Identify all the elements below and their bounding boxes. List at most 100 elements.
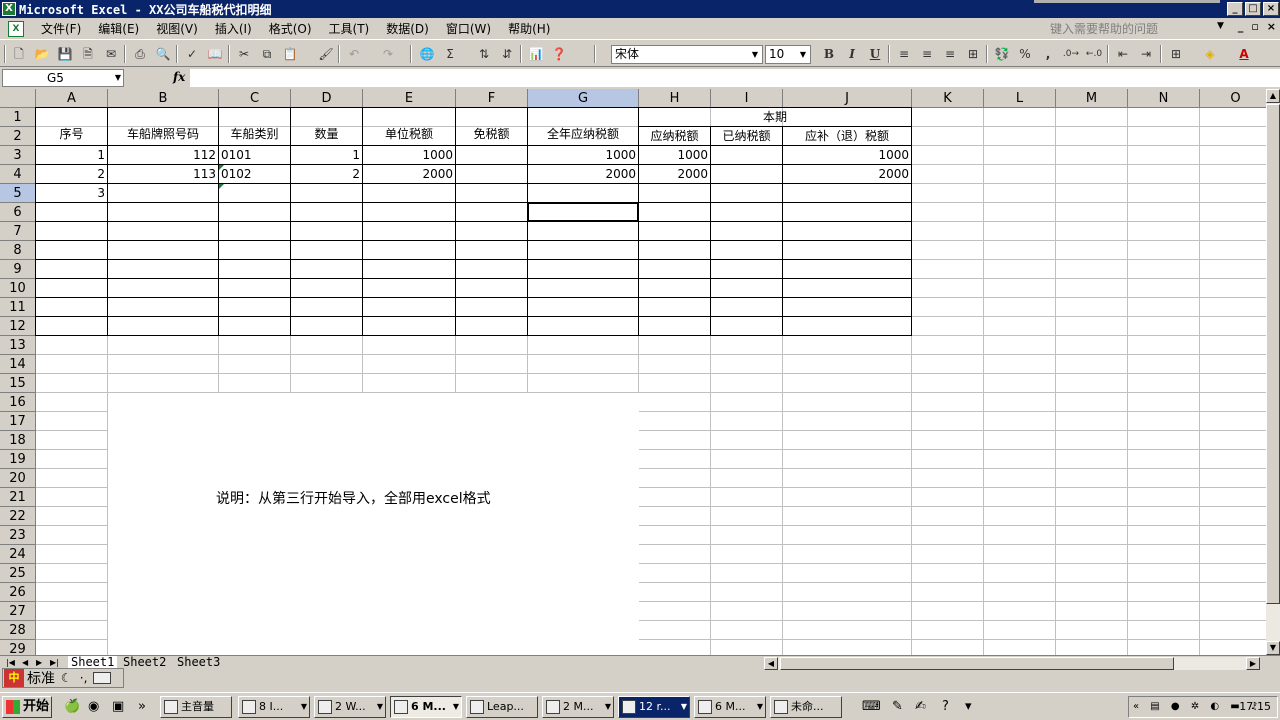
row-header-13[interactable]: 13 bbox=[0, 336, 36, 355]
help-tray-icon[interactable]: ? bbox=[942, 699, 949, 714]
ime-mode-label[interactable]: 标准 bbox=[27, 668, 55, 688]
header-period[interactable]: 本期 bbox=[639, 108, 911, 126]
row-header-4[interactable]: 4 bbox=[0, 165, 36, 184]
header-payable[interactable]: 应纳税额 bbox=[639, 127, 710, 145]
font-name-dropdown-icon[interactable]: ▼ bbox=[749, 47, 761, 62]
sort-descending-icon[interactable]: ⇵ bbox=[498, 45, 516, 63]
language-bar-icon[interactable]: ⌨ bbox=[862, 699, 881, 714]
formula-input[interactable] bbox=[190, 69, 1280, 87]
print-icon[interactable]: ⎙ bbox=[131, 45, 149, 63]
restore-button[interactable]: □ bbox=[1245, 2, 1261, 16]
excel-app-icon[interactable]: X bbox=[2, 2, 16, 16]
sheet-tab-sheet2[interactable]: Sheet2 bbox=[120, 656, 169, 670]
row-header-15[interactable]: 15 bbox=[0, 374, 36, 393]
print-preview-icon[interactable]: 🔍 bbox=[154, 45, 172, 63]
increase-decimal-icon[interactable]: .0→ bbox=[1062, 45, 1080, 63]
task-explorer[interactable]: 2 W... ▼ bbox=[314, 696, 386, 718]
scroll-up-icon[interactable]: ▲ bbox=[1266, 89, 1280, 103]
font-color-icon[interactable]: A bbox=[1235, 45, 1253, 63]
ime-logo-icon[interactable]: 中 bbox=[4, 669, 24, 687]
doc-restore-button[interactable]: ▫ bbox=[1251, 20, 1258, 33]
document-icon[interactable]: X bbox=[8, 20, 24, 37]
row-header-29[interactable]: 29 bbox=[0, 640, 36, 655]
decrease-indent-icon[interactable]: ⇤ bbox=[1114, 45, 1132, 63]
clock[interactable]: 17:15 bbox=[1239, 697, 1271, 717]
menu-edit[interactable]: 编辑(E) bbox=[98, 20, 139, 37]
column-header-b[interactable]: B bbox=[108, 89, 219, 108]
cell-a4[interactable]: 2 bbox=[36, 165, 107, 184]
column-header-d[interactable]: D bbox=[291, 89, 363, 108]
row-header-21[interactable]: 21 bbox=[0, 488, 36, 507]
menu-help[interactable]: 帮助(H) bbox=[508, 20, 550, 37]
row-header-10[interactable]: 10 bbox=[0, 279, 36, 298]
task-volume[interactable]: 主音量 bbox=[160, 696, 232, 718]
cell-f4[interactable] bbox=[456, 165, 527, 184]
menu-tools[interactable]: 工具(T) bbox=[329, 20, 370, 37]
cell-h4[interactable]: 2000 bbox=[639, 165, 710, 184]
spelling-icon[interactable]: ✓ bbox=[183, 45, 201, 63]
fill-color-icon[interactable]: ◈ bbox=[1201, 45, 1219, 63]
cell-j4[interactable]: 2000 bbox=[783, 165, 911, 184]
header-unit-tax[interactable]: 单位税额 bbox=[363, 125, 455, 142]
paste-icon[interactable]: 📋 bbox=[281, 45, 299, 63]
cell-a5[interactable]: 3 bbox=[36, 184, 107, 203]
underline-button[interactable]: U bbox=[866, 45, 884, 63]
merge-center-icon[interactable]: ⊞ bbox=[964, 45, 982, 63]
menu-view[interactable]: 视图(V) bbox=[156, 20, 198, 37]
task-group-r[interactable]: 12 r... ▼ bbox=[618, 696, 690, 718]
insert-function-icon[interactable]: fx bbox=[173, 70, 185, 84]
horizontal-scrollbar[interactable]: ◀ ▶ bbox=[764, 657, 1260, 670]
decrease-decimal-icon[interactable]: ←.0 bbox=[1085, 45, 1103, 63]
header-qty[interactable]: 数量 bbox=[291, 125, 362, 142]
vertical-scroll-thumb[interactable] bbox=[1266, 104, 1280, 604]
cell-c4[interactable]: 0102 bbox=[219, 165, 290, 184]
currency-icon[interactable]: 💱 bbox=[993, 45, 1011, 63]
font-size-dropdown-icon[interactable]: ▼ bbox=[797, 47, 809, 62]
cell-i4[interactable] bbox=[711, 165, 782, 184]
pen-icon[interactable]: ✎ bbox=[892, 699, 903, 714]
cell-b4[interactable]: 113 bbox=[108, 165, 218, 184]
cell-i3[interactable] bbox=[711, 146, 782, 165]
research-icon[interactable]: 📖 bbox=[206, 45, 224, 63]
column-header-f[interactable]: F bbox=[456, 89, 528, 108]
new-icon[interactable]: 🗋 bbox=[10, 45, 28, 63]
cell-b3[interactable]: 112 bbox=[108, 146, 218, 165]
header-seq[interactable]: 序号 bbox=[36, 125, 107, 142]
align-right-icon[interactable]: ≡ bbox=[941, 45, 959, 63]
comma-button[interactable]: , bbox=[1039, 45, 1057, 63]
email-icon[interactable]: ✉ bbox=[102, 45, 120, 63]
row-header-3[interactable]: 3 bbox=[0, 146, 36, 165]
options-tray-icon[interactable]: ▾ bbox=[965, 699, 972, 714]
row-header-2[interactable]: 2 bbox=[0, 127, 36, 146]
row-header-23[interactable]: 23 bbox=[0, 526, 36, 545]
cell-e3[interactable]: 1000 bbox=[363, 146, 455, 165]
scroll-left-icon[interactable]: ◀ bbox=[764, 657, 778, 670]
spreadsheet-grid[interactable]: ABCDEFGHIJKLMNO 1 2 3 4 5 6 7 8 9 10 11 12 13 14 15 16 1… bbox=[0, 89, 1266, 655]
row-header-25[interactable]: 25 bbox=[0, 564, 36, 583]
row-header-6[interactable]: 6 bbox=[0, 203, 36, 222]
header-paid[interactable]: 已纳税额 bbox=[711, 127, 782, 145]
column-header-h[interactable]: H bbox=[639, 89, 711, 108]
task-ie[interactable]: 8 I... ▼ bbox=[238, 696, 310, 718]
column-header-c[interactable]: C bbox=[219, 89, 291, 108]
name-box-dropdown-icon[interactable]: ▼ bbox=[115, 71, 121, 85]
undo-icon[interactable]: ↶ bbox=[345, 45, 363, 63]
increase-indent-icon[interactable]: ⇥ bbox=[1137, 45, 1155, 63]
handwriting-icon[interactable]: ✍ bbox=[915, 699, 926, 714]
task-leap[interactable]: Leap... bbox=[466, 696, 538, 718]
row-header-9[interactable]: 9 bbox=[0, 260, 36, 279]
cell-f3[interactable] bbox=[456, 146, 527, 165]
cell-g3[interactable]: 1000 bbox=[528, 146, 638, 165]
column-header-o[interactable]: O bbox=[1200, 89, 1266, 108]
menu-file[interactable]: 文件(F) bbox=[41, 20, 81, 37]
row-header-12[interactable]: 12 bbox=[0, 317, 36, 336]
header-refund[interactable]: 应补（退）税额 bbox=[783, 127, 911, 145]
task-word[interactable]: 6 M... ▼ bbox=[694, 696, 766, 718]
row-header-14[interactable]: 14 bbox=[0, 355, 36, 374]
soft-keyboard-icon[interactable] bbox=[93, 672, 112, 684]
cell-g4[interactable]: 2000 bbox=[528, 165, 638, 184]
sort-ascending-icon[interactable]: ⇅ bbox=[475, 45, 493, 63]
quicklaunch-more-icon[interactable]: » bbox=[138, 699, 146, 714]
hyperlink-icon[interactable]: 🌐 bbox=[418, 45, 436, 63]
selected-cell-g5[interactable] bbox=[527, 202, 639, 222]
